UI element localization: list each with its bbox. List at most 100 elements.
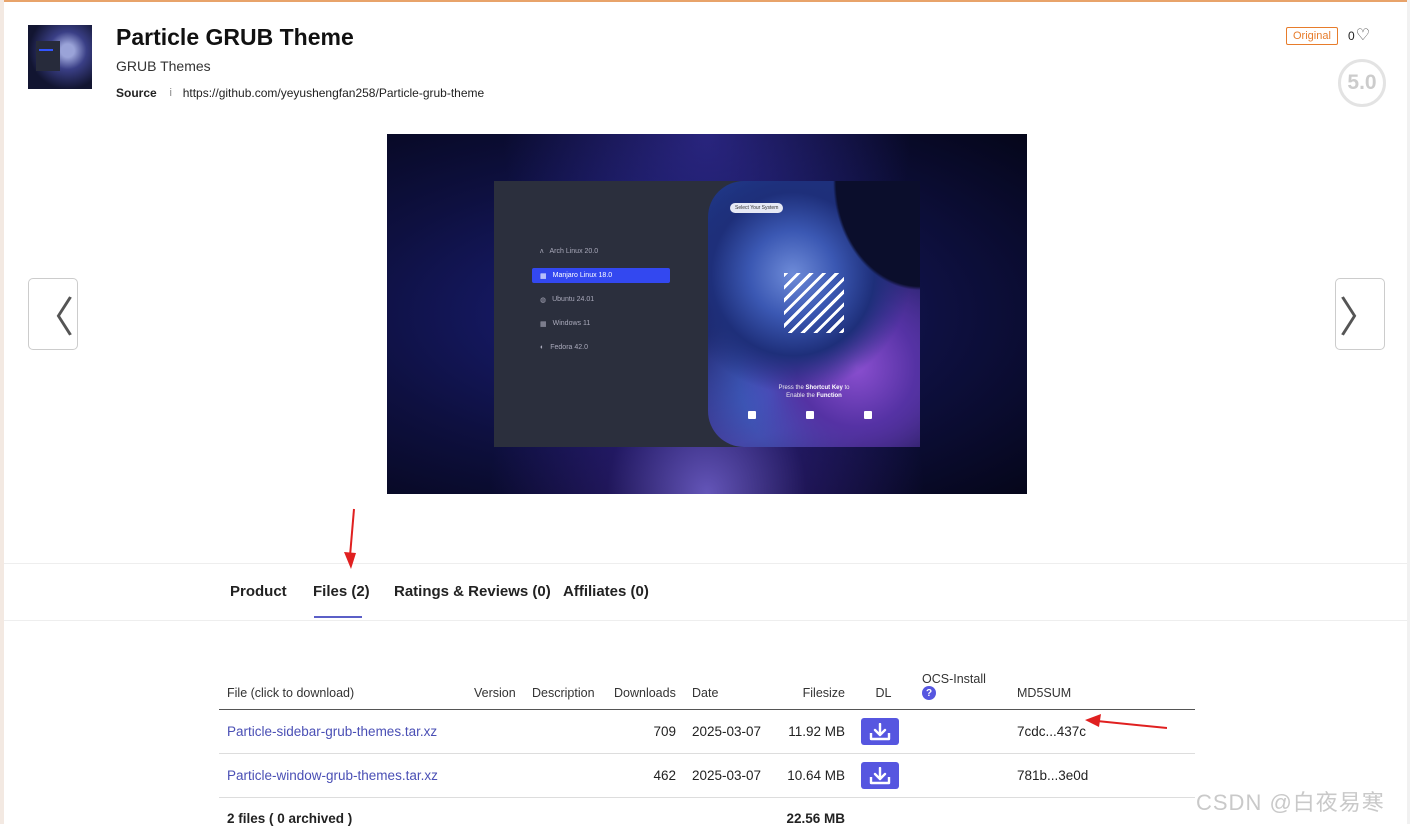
- header-version[interactable]: Version: [466, 664, 524, 710]
- source-url[interactable]: https://github.com/yeyushengfan258/Parti…: [183, 86, 485, 100]
- grub-menu-label: Fedora 42.0: [550, 344, 588, 351]
- files-body: Particle-sidebar-grub-themes.tar.xz 70920…: [219, 710, 1195, 838]
- description-cell: [524, 754, 606, 798]
- heart-icon[interactable]: ♡: [1356, 30, 1370, 42]
- header-ocs-label: OCS-Install: [922, 672, 986, 686]
- left-edge: [0, 0, 4, 824]
- theme-screenshot[interactable]: ᴧ Arch Linux 20.0 ▦ Manjaro Linux 18.0 ◍ Ubun…: [387, 134, 1027, 494]
- table-total-row: 2 files ( 0 archived )22.56 MB: [219, 798, 1195, 838]
- carousel-next-button[interactable]: 〉: [1335, 278, 1385, 350]
- chevron-right-icon: 〉: [1339, 284, 1381, 345]
- grub-menu-item: ▦ Manjaro Linux 18.0: [532, 268, 670, 283]
- source-label: Source: [116, 86, 157, 100]
- description-cell: [524, 710, 606, 754]
- grub-menu-label: Manjaro Linux 18.0: [553, 272, 613, 279]
- rating-score: 5.0: [1338, 59, 1386, 107]
- carousel-prev-button[interactable]: 〈: [28, 278, 78, 350]
- date-cell: 2025-03-07: [684, 754, 774, 798]
- chevron-left-icon: 〈: [32, 284, 74, 345]
- header-dl: DL: [853, 664, 914, 710]
- date-cell: 2025-03-07: [684, 710, 774, 754]
- filesize-cell: 10.64 MB: [774, 754, 853, 798]
- os-icon: ◍: [540, 296, 546, 304]
- tab-affiliates[interactable]: Affiliates (0): [563, 583, 649, 600]
- download-icon: [869, 767, 891, 785]
- tabs-bar: Product Files (2) Ratings & Reviews (0) …: [4, 563, 1407, 621]
- grub-menu-item: ▦Windows 11: [532, 316, 670, 331]
- os-icon: ᴧ: [540, 248, 544, 255]
- dl-cell: [853, 754, 914, 798]
- version-cell: [466, 710, 524, 754]
- grub-select-chip: Select Your System: [730, 203, 783, 213]
- filesize-cell: 11.92 MB: [774, 710, 853, 754]
- grub-menu-label: Arch Linux 20.0: [550, 248, 599, 255]
- ocs-install-cell: [914, 754, 1009, 798]
- product-thumbnail: [28, 25, 92, 89]
- product-category[interactable]: GRUB Themes: [116, 58, 211, 74]
- file-download-link[interactable]: Particle-sidebar-grub-themes.tar.xz: [227, 724, 437, 739]
- original-badge: Original: [1286, 27, 1338, 45]
- grub-menu-item: ◐ Fedora 42.0: [532, 340, 670, 355]
- grub-key-icon: [748, 411, 756, 419]
- grub-hint-key: Shortcut Key: [806, 385, 843, 391]
- md5sum-cell: 781b...3e0d: [1009, 754, 1195, 798]
- annotation-arrow-files: [343, 508, 359, 570]
- downloads-cell: 462: [606, 754, 684, 798]
- download-button[interactable]: [861, 718, 899, 745]
- source-row: Source i https://github.com/yeyushengfan…: [116, 86, 484, 100]
- downloads-cell: 709: [606, 710, 684, 754]
- file-download-link[interactable]: Particle-window-grub-themes.tar.xz: [227, 768, 438, 783]
- grub-particle-art: Select Your System Press the Shortcut Ke…: [708, 181, 920, 447]
- total-files: 2 files ( 0 archived ): [219, 798, 774, 838]
- help-icon[interactable]: ?: [922, 686, 936, 700]
- version-cell: [466, 754, 524, 798]
- table-row: Particle-sidebar-grub-themes.tar.xz 70920…: [219, 710, 1195, 754]
- grub-menu-item: ◍ Ubuntu 24.01: [532, 292, 670, 307]
- grub-key-icon: [806, 411, 814, 419]
- ocs-install-cell: [914, 710, 1009, 754]
- active-tab-indicator: [314, 616, 362, 618]
- header-filesize[interactable]: Filesize: [774, 664, 853, 710]
- watermark: CSDN @白夜易寒: [1196, 785, 1385, 817]
- grub-menu-label: Ubuntu 24.01: [552, 296, 594, 303]
- total-spacer: [853, 798, 1195, 838]
- grub-key-icon: [864, 411, 872, 419]
- header-downloads[interactable]: Downloads: [606, 664, 684, 710]
- thumbnail-menu-selection: [39, 49, 53, 51]
- info-icon[interactable]: i: [165, 87, 177, 99]
- grub-menu-item: ᴧ Arch Linux 20.0: [532, 244, 670, 259]
- grub-menu-label: Windows 11: [553, 320, 591, 327]
- download-icon: [869, 723, 891, 741]
- tab-product[interactable]: Product: [230, 583, 287, 600]
- grub-hint-2: to: [845, 385, 850, 391]
- files-table: File (click to download) Version Descrip…: [219, 664, 1195, 838]
- tab-ratings-reviews[interactable]: Ratings & Reviews (0): [394, 583, 551, 600]
- header-ocs-install: OCS-Install ?: [914, 664, 1009, 710]
- grub-hint: Press the Shortcut Key to Enable the Fun…: [708, 384, 920, 400]
- table-row: Particle-window-grub-themes.tar.xz 462202…: [219, 754, 1195, 798]
- os-icon: ◐: [540, 344, 544, 351]
- likes[interactable]: 0 ♡: [1348, 29, 1370, 43]
- annotation-arrow-md5sum: [1085, 711, 1167, 731]
- table-header-row: File (click to download) Version Descrip…: [219, 664, 1195, 710]
- header-date[interactable]: Date: [684, 664, 774, 710]
- grub-preview-panel: ᴧ Arch Linux 20.0 ▦ Manjaro Linux 18.0 ◍ Ubun…: [494, 181, 920, 447]
- header-description[interactable]: Description: [524, 664, 606, 710]
- dl-cell: [853, 710, 914, 754]
- grub-hint-3: Enable the: [786, 393, 815, 399]
- likes-count: 0: [1348, 29, 1355, 43]
- total-size: 22.56 MB: [774, 798, 853, 838]
- tab-files[interactable]: Files (2): [313, 583, 370, 600]
- os-icon: ▦: [540, 272, 547, 280]
- grub-hint-func: Function: [817, 393, 842, 399]
- header-file[interactable]: File (click to download): [219, 664, 466, 710]
- top-border: [0, 0, 1410, 2]
- header-md5sum: MD5SUM: [1009, 664, 1195, 710]
- page-title: Particle GRUB Theme: [116, 24, 354, 51]
- thumbnail-menu-panel: [36, 41, 60, 71]
- grub-logo: [784, 273, 844, 333]
- file-cell: Particle-window-grub-themes.tar.xz: [219, 754, 466, 798]
- download-button[interactable]: [861, 762, 899, 789]
- grub-hint-1: Press the: [778, 385, 803, 391]
- file-cell: Particle-sidebar-grub-themes.tar.xz: [219, 710, 466, 754]
